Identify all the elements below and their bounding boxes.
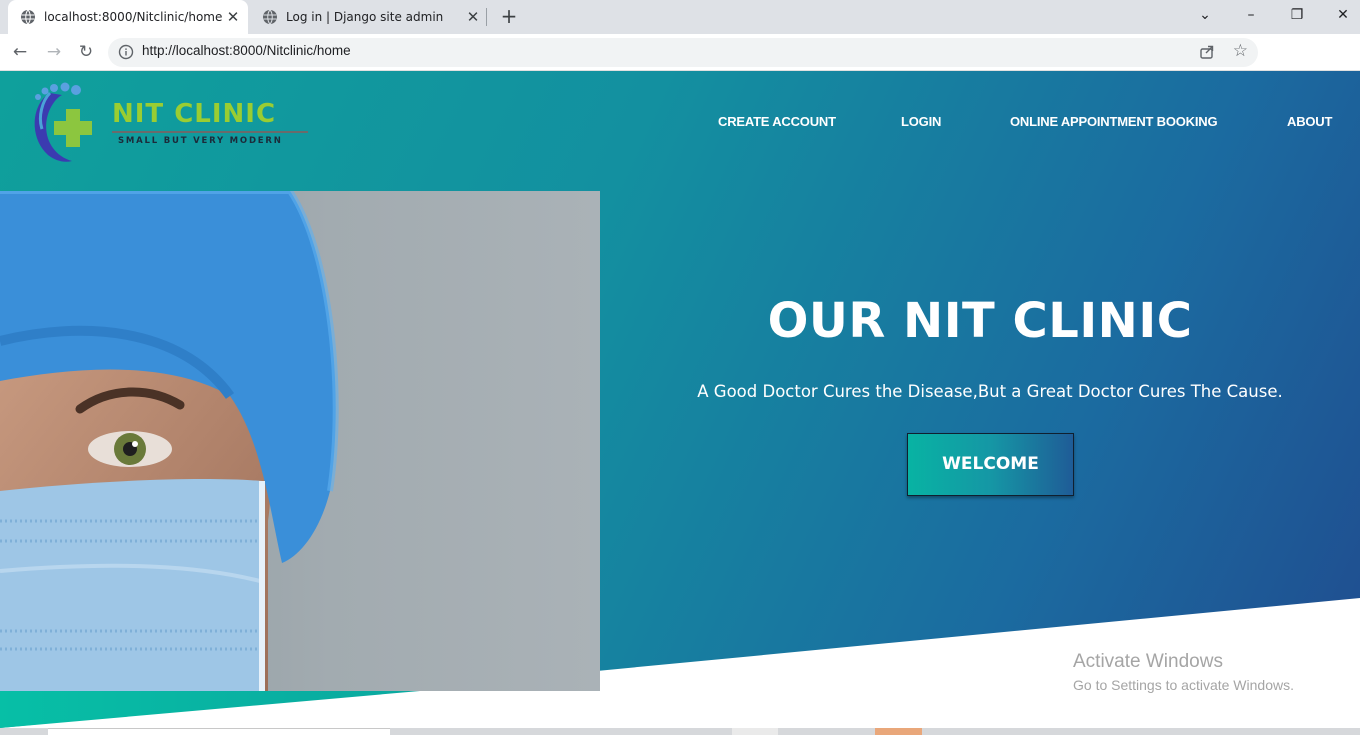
minimize-icon[interactable]: – <box>1236 3 1266 27</box>
tab-nitclinic-home[interactable]: localhost:8000/Nitclinic/home ✕ <box>8 0 248 34</box>
reload-icon[interactable]: ↻ <box>74 40 98 64</box>
tab-separator <box>486 8 487 26</box>
nav-about[interactable]: ABOUT <box>1287 114 1332 129</box>
brand-name[interactable]: NIT CLINIC <box>112 99 276 129</box>
webpage: NIT CLINIC SMALL BUT VERY MODERN CREATE … <box>0 71 1360 728</box>
share-icon[interactable] <box>1198 43 1216 61</box>
back-arrow-icon[interactable]: ← <box>8 40 32 64</box>
tab-django-admin[interactable]: Log in | Django site admin ✕ <box>250 0 488 34</box>
activate-windows-subtitle: Go to Settings to activate Windows. <box>1073 677 1294 693</box>
bookmark-star-icon[interactable]: ☆ <box>1233 41 1248 61</box>
nav-login[interactable]: LOGIN <box>901 114 941 129</box>
hero-subtitle: A Good Doctor Cures the Disease,But a Gr… <box>697 382 1283 401</box>
os-taskbar <box>0 728 1360 735</box>
taskbar-search-box[interactable] <box>48 728 390 735</box>
brand-divider <box>112 131 308 133</box>
globe-icon <box>21 9 35 25</box>
globe-icon <box>263 9 277 25</box>
info-icon[interactable] <box>118 44 134 60</box>
restore-icon[interactable]: ❐ <box>1282 3 1312 27</box>
window-close-icon[interactable]: ✕ <box>1328 3 1358 27</box>
doctor-illustration <box>0 191 600 691</box>
taskbar-app-icon[interactable] <box>732 728 778 735</box>
tab-search-chevron-icon[interactable]: ⌄ <box>1190 3 1220 27</box>
nav-online-appointment-booking[interactable]: ONLINE APPOINTMENT BOOKING <box>1010 114 1218 129</box>
close-tab-icon[interactable]: ✕ <box>224 8 242 26</box>
tab-title: Log in | Django site admin <box>286 10 444 24</box>
address-bar[interactable]: http://localhost:8000/Nitclinic/home ☆ <box>108 38 1258 67</box>
browser-tab-bar: localhost:8000/Nitclinic/home ✕ Log in |… <box>0 0 1360 34</box>
tab-title: localhost:8000/Nitclinic/home <box>44 10 223 24</box>
nav-create-account[interactable]: CREATE ACCOUNT <box>718 114 836 129</box>
taskbar-app-icon[interactable] <box>875 728 922 735</box>
new-tab-icon[interactable]: + <box>498 5 520 27</box>
welcome-button[interactable]: WELCOME <box>907 433 1074 496</box>
forward-arrow-icon[interactable]: → <box>42 40 66 64</box>
close-tab-icon[interactable]: ✕ <box>464 8 482 26</box>
hero-title: OUR NIT CLINIC <box>767 293 1193 349</box>
activate-windows-title: Activate Windows <box>1073 651 1223 672</box>
brand-tagline: SMALL BUT VERY MODERN <box>118 136 283 146</box>
browser-toolbar: ← → ↻ http://localhost:8000/Nitclinic/ho… <box>0 34 1360 97</box>
url-text[interactable]: http://localhost:8000/Nitclinic/home <box>142 43 351 58</box>
doctor-photo <box>0 191 600 691</box>
